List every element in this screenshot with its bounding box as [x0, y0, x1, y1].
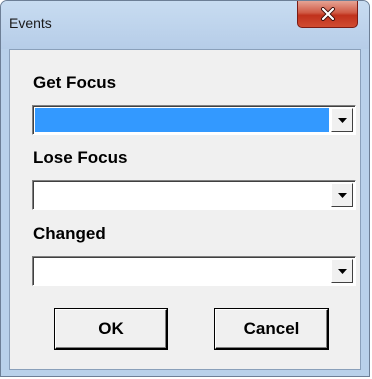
dropdown-arrow-icon — [337, 268, 347, 274]
changed-value — [35, 259, 329, 283]
cancel-button[interactable]: Cancel — [215, 309, 328, 349]
lose-focus-combobox[interactable] — [32, 180, 356, 210]
dropdown-arrow-icon — [337, 192, 347, 198]
title-bar[interactable]: Events — [1, 1, 369, 49]
lose-focus-value — [35, 183, 329, 207]
get-focus-dropdown-button[interactable] — [331, 108, 353, 132]
get-focus-label: Get Focus — [33, 73, 117, 92]
lose-focus-label: Lose Focus — [33, 148, 128, 167]
changed-label: Changed — [33, 224, 106, 243]
window-title: Events — [9, 15, 52, 31]
close-icon — [320, 7, 335, 21]
get-focus-combobox[interactable] — [32, 105, 356, 135]
changed-combobox[interactable] — [32, 256, 356, 286]
ok-button[interactable]: OK — [55, 309, 167, 349]
lose-focus-dropdown-button[interactable] — [331, 183, 353, 207]
dropdown-arrow-icon — [337, 117, 347, 123]
close-button[interactable] — [297, 1, 358, 28]
changed-dropdown-button[interactable] — [331, 259, 353, 283]
get-focus-value — [35, 108, 329, 132]
